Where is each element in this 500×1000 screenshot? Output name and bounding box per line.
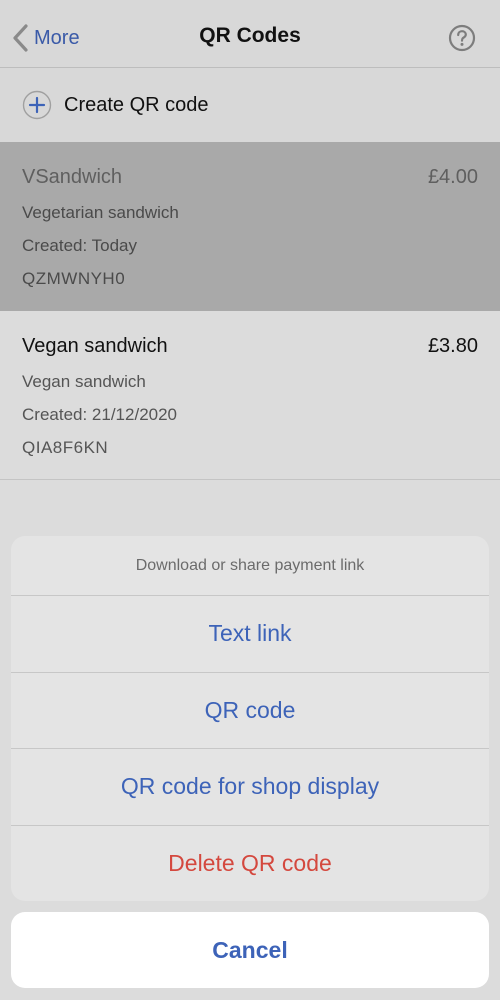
list-item-vegan-sandwich[interactable]: Vegan sandwich £3.80 Vegan sandwich Crea… — [0, 311, 500, 480]
navigation-bar: More QR Codes — [0, 0, 500, 68]
action-sheet-title: Download or share payment link — [11, 536, 489, 596]
item-description: Vegan sandwich — [22, 372, 146, 391]
text-link-button[interactable]: Text link — [11, 596, 489, 673]
help-icon[interactable] — [448, 24, 476, 52]
create-qr-code-label: Create QR code — [64, 93, 209, 116]
item-price: £3.80 — [427, 335, 478, 357]
item-code: QIA8F6KN — [22, 438, 109, 457]
item-description: Vegetarian sandwich — [22, 203, 179, 222]
item-price: £4.00 — [427, 166, 478, 188]
item-created-date: Created: 21/12/2020 — [22, 405, 178, 424]
item-code: QZMWNYH0 — [22, 269, 126, 288]
action-sheet: Download or share payment link Text link… — [11, 536, 489, 901]
cancel-button[interactable]: Cancel — [11, 912, 489, 988]
item-name: Vegan sandwich — [22, 335, 168, 357]
page-title: QR Codes — [199, 24, 301, 47]
delete-qr-code-button[interactable]: Delete QR code — [11, 826, 489, 902]
list-item-vsandwich[interactable]: VSandwich £4.00 Vegetarian sandwich Crea… — [0, 142, 500, 311]
qr-code-shop-display-button[interactable]: QR code for shop display — [11, 749, 489, 826]
qr-codes-screen: More QR Codes Create QR code VSandwich £… — [0, 0, 500, 1000]
item-created-date: Created: Today — [22, 236, 137, 255]
plus-circle-icon — [22, 90, 52, 120]
item-name: VSandwich — [22, 166, 123, 188]
qr-code-button[interactable]: QR code — [11, 673, 489, 749]
create-qr-code-button[interactable]: Create QR code — [0, 68, 500, 142]
